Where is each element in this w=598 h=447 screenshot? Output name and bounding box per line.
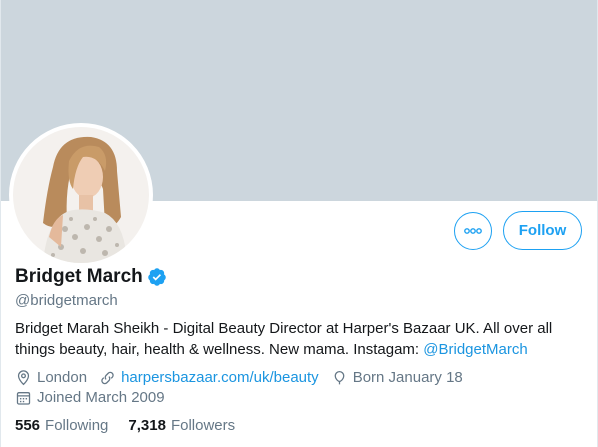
verified-badge-icon bbox=[147, 268, 166, 286]
avatar-image bbox=[13, 127, 149, 263]
website-item: harpersbazaar.com/uk/beauty bbox=[99, 368, 319, 388]
bio-mention-link[interactable]: @BridgetMarch bbox=[423, 341, 527, 358]
follow-button[interactable]: Follow bbox=[503, 211, 582, 250]
more-dots-icon bbox=[464, 228, 482, 234]
more-options-button[interactable] bbox=[454, 212, 492, 250]
link-icon bbox=[101, 371, 114, 385]
calendar-icon bbox=[16, 392, 31, 405]
profile-joined-row: Joined March 2009 bbox=[15, 388, 177, 408]
profile-meta-row: London harpersbazaar.com/uk/beauty Born … bbox=[15, 368, 475, 388]
profile-handle: @bridgetmarch bbox=[15, 292, 118, 309]
website-link[interactable]: harpersbazaar.com/uk/beauty bbox=[121, 368, 319, 388]
avatar[interactable] bbox=[9, 123, 153, 267]
follow-counts: 556 Following 7,318 Followers bbox=[15, 416, 255, 436]
name-row: Bridget March bbox=[15, 265, 167, 289]
profile-bio: Bridget Marah Sheikh - Digital Beauty Di… bbox=[15, 318, 585, 360]
following-label: Following bbox=[45, 417, 109, 434]
divider bbox=[0, 0, 1, 447]
location-item: London bbox=[15, 368, 87, 388]
following-count-link[interactable]: 556 Following bbox=[15, 416, 108, 436]
birthday-text: Born January 18 bbox=[352, 369, 463, 386]
followers-count-link[interactable]: 7,318 Followers bbox=[128, 416, 235, 436]
following-count: 556 bbox=[15, 417, 41, 434]
joined-text: Joined March 2009 bbox=[37, 389, 165, 406]
balloon-icon bbox=[334, 370, 345, 385]
followers-label: Followers bbox=[170, 417, 236, 434]
location-text: London bbox=[37, 369, 88, 386]
birthday-item: Born January 18 bbox=[331, 368, 463, 388]
display-name: Bridget March bbox=[15, 266, 143, 287]
followers-count: 7,318 bbox=[128, 417, 166, 434]
location-pin-icon bbox=[17, 370, 30, 386]
joined-item: Joined March 2009 bbox=[15, 388, 165, 408]
